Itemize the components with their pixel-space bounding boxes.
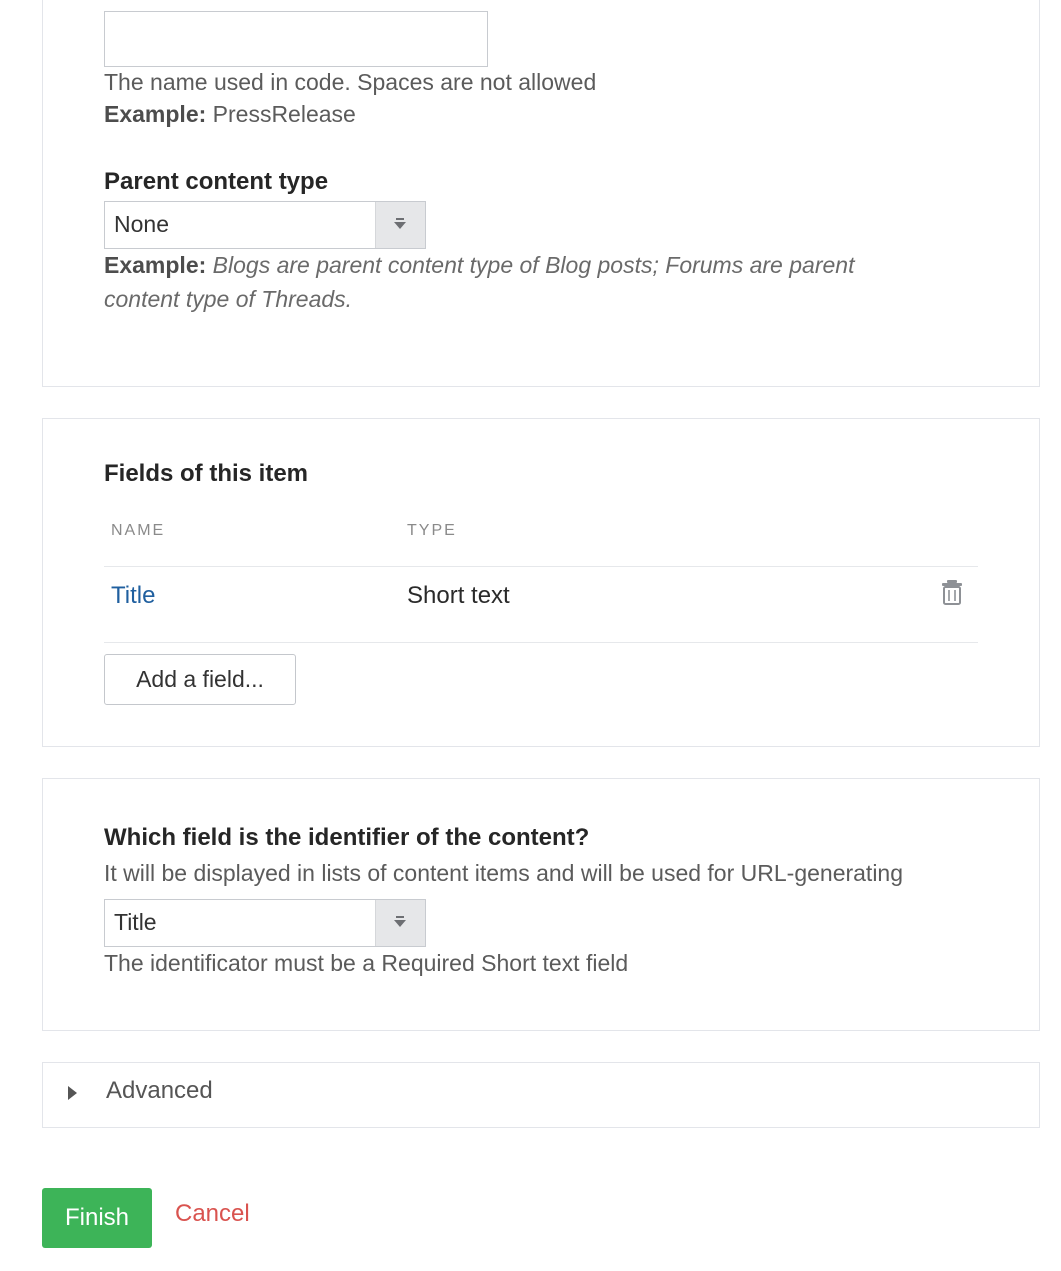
trash-icon[interactable]: [940, 579, 964, 610]
identifier-description: It will be displayed in lists of content…: [104, 860, 904, 886]
field-type: Short text: [407, 582, 510, 609]
add-field-button[interactable]: Add a field...: [104, 654, 296, 705]
identifier-heading: Which field is the identifier of the con…: [104, 824, 590, 851]
example-label: Example:: [104, 252, 207, 278]
example-text: Blogs are parent content type of Blog po…: [212, 252, 855, 278]
field-name-link[interactable]: Title: [111, 582, 155, 610]
parent-content-type-value: None: [114, 211, 169, 237]
parent-content-type-example-cont: content type of Threads.: [104, 286, 352, 313]
fields-heading: Fields of this item: [104, 460, 309, 487]
cancel-link[interactable]: Cancel: [175, 1200, 250, 1228]
example-label: Example:: [104, 101, 207, 127]
technical-name-input[interactable]: [104, 11, 488, 67]
dropdown-arrow-icon: [375, 900, 425, 946]
example-text: content type of Threads.: [104, 286, 353, 312]
table-divider: [104, 566, 978, 567]
column-header-name: NAME: [111, 522, 166, 539]
parent-content-type-select[interactable]: None: [104, 201, 426, 249]
caret-right-icon[interactable]: [66, 1084, 78, 1107]
identifier-field-select[interactable]: Title: [104, 899, 426, 947]
example-value: PressRelease: [212, 101, 356, 127]
finish-button[interactable]: Finish: [42, 1188, 152, 1248]
column-header-type: TYPE: [407, 522, 457, 539]
technical-name-help: The name used in code. Spaces are not al…: [104, 69, 597, 95]
parent-content-type-label: Parent content type: [104, 168, 329, 195]
identifier-field-value: Title: [114, 909, 157, 935]
dropdown-arrow-icon: [375, 202, 425, 248]
parent-content-type-example: Example: Blogs are parent content type o…: [104, 252, 854, 279]
table-divider: [104, 642, 978, 643]
identifier-note: The identificator must be a Required Sho…: [104, 950, 629, 976]
technical-name-example: Example: PressRelease: [104, 101, 356, 128]
advanced-toggle-label[interactable]: Advanced: [106, 1077, 213, 1105]
